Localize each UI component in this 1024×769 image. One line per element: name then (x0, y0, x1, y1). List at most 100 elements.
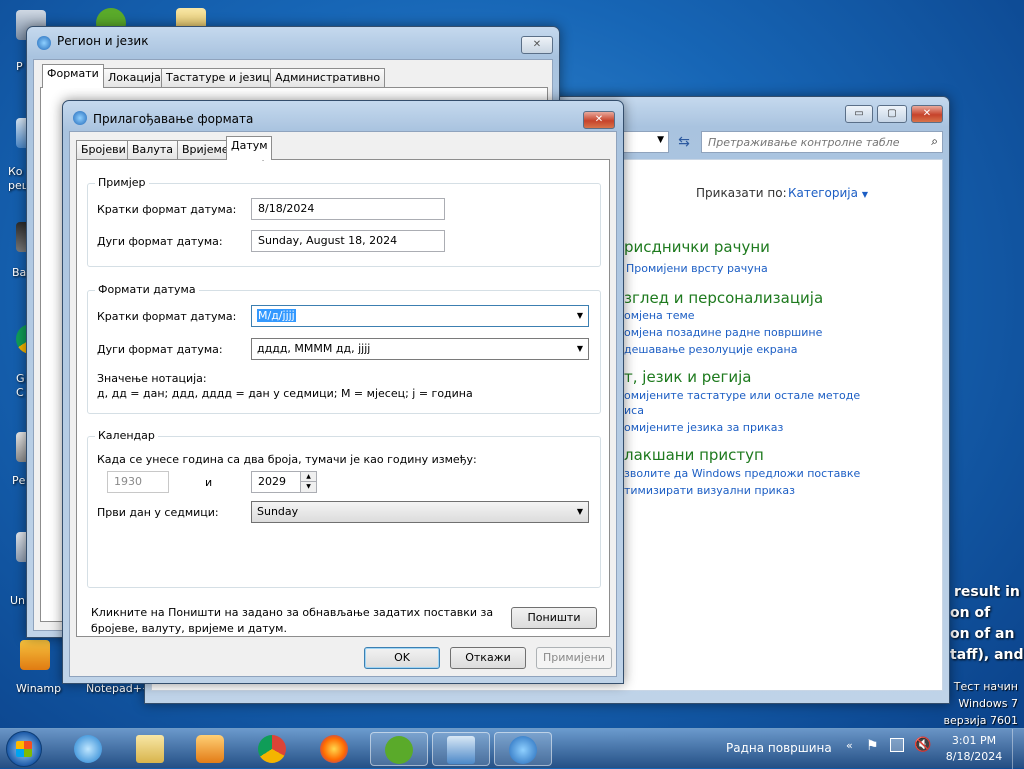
cp-link[interactable]: иса (624, 404, 644, 417)
ok-button[interactable]: OK (364, 647, 440, 669)
window-title: Регион и језик (57, 34, 149, 48)
maximize-button[interactable]: ▢ (877, 105, 907, 123)
action-center-flag-icon[interactable]: ⚑ (866, 738, 879, 754)
date-tab-panel: Примјер Кратки формат датума: 8/18/2024 … (76, 159, 610, 637)
chevron-down-icon[interactable]: ▼ (577, 306, 583, 326)
show-desktop-button[interactable] (1012, 729, 1024, 769)
taskbar-media-player[interactable] (182, 732, 240, 766)
chevron-down-icon: ▼ (861, 190, 868, 199)
taskbar-region-language[interactable] (494, 732, 552, 766)
reset-button[interactable]: Поништи (511, 607, 597, 629)
winamp-desktop-icon[interactable] (20, 640, 50, 670)
chevron-down-icon[interactable]: ▼ (577, 339, 583, 359)
spinner-up-icon[interactable]: ▲ (300, 472, 316, 482)
tab-administrative[interactable]: Административно (270, 68, 386, 88)
close-button[interactable]: ✕ (521, 36, 553, 54)
example-long-value: Sunday, August 18, 2024 (251, 230, 445, 252)
cp-heading-appearance[interactable]: зглед и персонализација (624, 289, 823, 307)
search-input[interactable] (706, 134, 916, 150)
cp-heading-user-accounts[interactable]: рисднички рачуни (624, 238, 770, 256)
clock[interactable]: 3:01 PM 8/18/2024 (944, 733, 1004, 765)
start-button[interactable] (6, 731, 42, 767)
two-digit-year-text: Када се унесе година са два броја, тумач… (97, 453, 477, 466)
desktop-icon-label: Ре (12, 474, 26, 487)
search-box[interactable]: ⌕ (701, 131, 943, 153)
view-by-label: Приказати по: (696, 186, 787, 200)
cp-link[interactable]: омијените језика за приказ (624, 421, 783, 434)
desktop-icon-label: Р (16, 60, 23, 73)
apply-button[interactable]: Примијени (536, 647, 612, 669)
minimize-button[interactable]: ▭ (845, 105, 873, 123)
tab-numbers[interactable]: Бројеви (76, 140, 131, 160)
globe-icon (73, 111, 87, 125)
cp-link[interactable]: тимизирати визуални приказ (624, 484, 795, 497)
year-to-value[interactable]: 2029 (258, 475, 286, 488)
media-player-icon (196, 735, 224, 763)
cp-link[interactable]: зволите да Windows предложи поставке (624, 467, 860, 480)
first-day-combo[interactable]: Sunday ▼ (251, 501, 589, 523)
dialog-client: Бројеви Валута Вријеме Датум Примјер Кра… (69, 131, 617, 677)
taskbar: Радна површина « ⚑ 🔇 3:01 PM 8/18/2024 (0, 728, 1024, 769)
customize-format-dialog: Прилагођавање формата ✕ Бројеви Валута В… (62, 100, 624, 684)
chevron-down-icon[interactable]: ▼ (577, 502, 583, 522)
taskbar-ie[interactable] (60, 732, 118, 766)
utorrent-icon (385, 736, 413, 764)
network-icon[interactable] (890, 738, 904, 752)
search-icon[interactable]: ⌕ (931, 134, 938, 149)
spinner-down-icon[interactable]: ▼ (300, 482, 316, 492)
refresh-icon[interactable]: ⇆ (673, 131, 695, 153)
desktop-icon-label: Ва (12, 266, 27, 279)
cp-link[interactable]: Промијени врсту рачуна (626, 262, 768, 275)
example-long-label: Дуги формат датума: (97, 235, 223, 248)
taskbar-explorer[interactable] (122, 732, 180, 766)
tab-location[interactable]: Локација (103, 68, 166, 88)
cp-link[interactable]: омјена позадине радне површине (624, 326, 822, 339)
short-date-label: Кратки формат датума: (97, 310, 237, 323)
desktop-message-line: taff), and (950, 647, 1024, 663)
desktop-icon-label: Winamp (16, 682, 62, 695)
close-button[interactable]: ✕ (583, 111, 615, 129)
tab-date[interactable]: Датум (226, 136, 272, 160)
windows-logo-icon (16, 741, 32, 757)
long-date-format-combo[interactable]: дддд, ММММ дд, јјјј ▼ (251, 338, 589, 360)
cp-heading-clock-language-region[interactable]: т, језик и регија (624, 368, 751, 386)
volume-muted-icon[interactable]: 🔇 (914, 737, 931, 753)
long-date-label: Дуги формат датума: (97, 343, 223, 356)
folder-icon (136, 735, 164, 763)
globe-icon (37, 36, 51, 50)
cancel-button[interactable]: Откажи (450, 647, 526, 669)
short-date-format-value[interactable]: М/д/јјјј (257, 309, 296, 322)
tab-formats[interactable]: Формати (42, 64, 104, 88)
cp-link[interactable]: омјена теме (624, 309, 695, 322)
view-by-dropdown[interactable]: Категорија ▼ (788, 186, 868, 200)
short-date-format-combo[interactable]: М/д/јјјј ▼ (251, 305, 589, 327)
cp-link[interactable]: омијените тастатуре или остале методе (624, 389, 860, 402)
chrome-icon (258, 735, 286, 763)
taskbar-firefox[interactable] (306, 732, 364, 766)
watermark-line: Windows 7 (958, 697, 1018, 710)
long-date-format-value[interactable]: дддд, ММММ дд, јјјј (257, 342, 370, 355)
year-to-field[interactable]: 2029 ▲ ▼ (251, 471, 317, 493)
desktop-message-line: on of (950, 605, 991, 621)
taskbar-chrome[interactable] (244, 732, 302, 766)
tab-currency[interactable]: Валута (127, 140, 178, 160)
first-day-value[interactable]: Sunday (257, 505, 298, 518)
view-by-value: Категорија (788, 186, 858, 200)
tray-chevron-icon[interactable]: « (846, 739, 853, 752)
and-label: и (205, 476, 213, 489)
desktop-toolbar-label[interactable]: Радна површина (726, 741, 832, 755)
internet-explorer-icon (74, 735, 102, 763)
windows-watermark: Тест начин Windows 7 верзија 7601 (943, 678, 1018, 729)
tab-keyboards[interactable]: Тастатуре и језици (161, 68, 282, 88)
desktop-message-line: on of an (950, 626, 1015, 642)
taskbar-utorrent[interactable] (370, 732, 428, 766)
reset-text-line2: бројеве, валуту, вријеме и датум. (91, 622, 287, 635)
cp-heading-ease-of-access[interactable]: лакшани приступ (624, 446, 764, 464)
cp-link[interactable]: дешавање резолуције екрана (624, 343, 797, 356)
clock-time: 3:01 PM (951, 734, 997, 747)
desktop-icon-label: Un (10, 594, 26, 607)
example-short-label: Кратки формат датума: (97, 203, 237, 216)
close-button[interactable]: ✕ (911, 105, 943, 123)
taskbar-control-panel[interactable] (432, 732, 490, 766)
date-formats-group-label: Формати датума (95, 283, 199, 296)
